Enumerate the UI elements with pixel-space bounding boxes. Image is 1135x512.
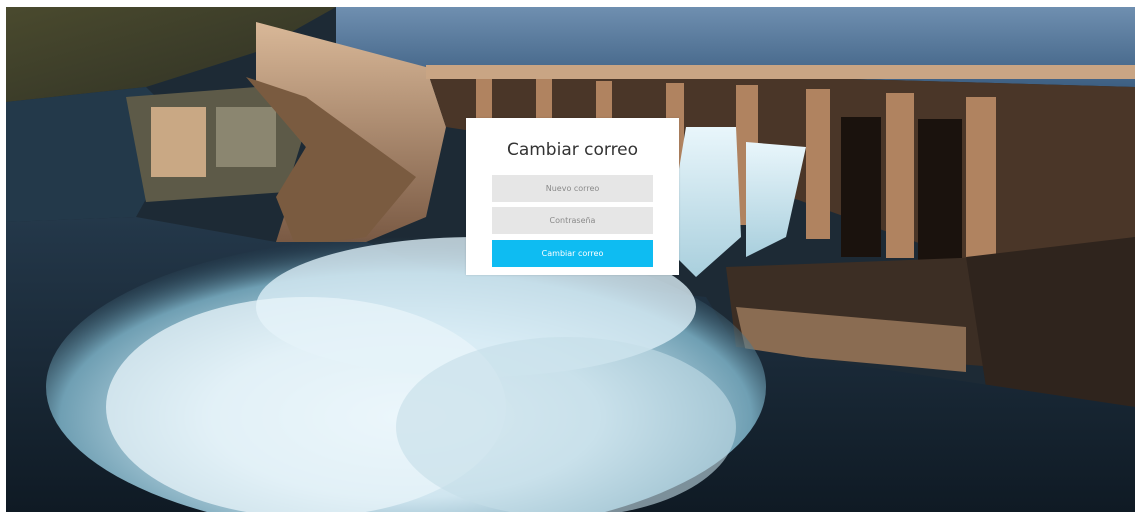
form-title: Cambiar correo [506, 140, 639, 160]
page: Cambiar correo Cambiar correo [0, 0, 1135, 512]
password-input[interactable] [492, 207, 653, 234]
change-email-card: Cambiar correo Cambiar correo [466, 118, 679, 275]
change-email-button[interactable]: Cambiar correo [492, 240, 653, 267]
new-email-input[interactable] [492, 175, 653, 202]
